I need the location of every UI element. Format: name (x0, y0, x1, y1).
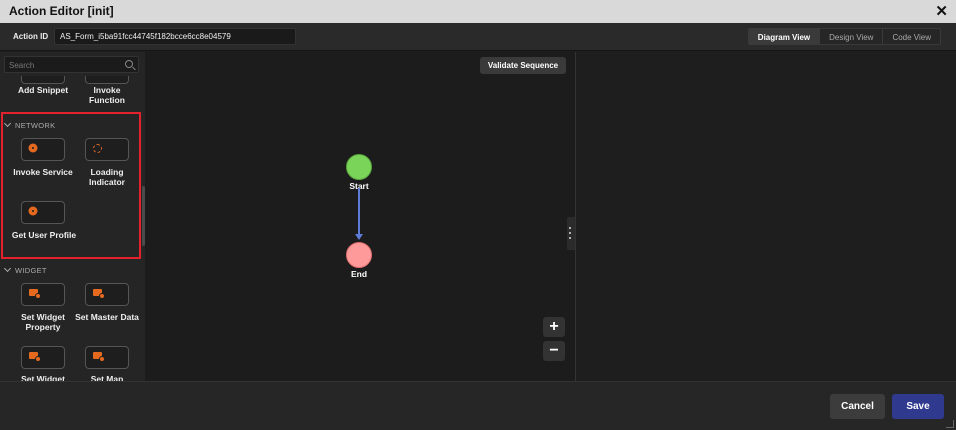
widget-icon (93, 289, 105, 299)
arrow-head-icon (355, 234, 363, 240)
diagram-canvas[interactable] (145, 52, 575, 381)
zoom-out-button[interactable]: − (543, 341, 565, 361)
palette-item-label: Invoke Function (89, 85, 125, 105)
search-icon[interactable] (125, 60, 133, 68)
resize-grip-icon[interactable] (946, 420, 954, 428)
palette-item-label: Add Snippet (17, 85, 69, 95)
close-icon[interactable]: ✕ (935, 2, 948, 20)
section-title: WIDGET (15, 266, 47, 275)
palette-item-label: Set Widget (21, 374, 65, 381)
palette-item-label: Set Master Data (75, 312, 139, 322)
tab-design-view[interactable]: Design View (819, 29, 883, 44)
set-map-card[interactable] (85, 346, 129, 369)
end-node[interactable] (346, 242, 372, 268)
view-switcher: Diagram View Design View Code View (747, 28, 941, 45)
loading-indicator-card[interactable] (85, 138, 129, 161)
palette-item-label: Set Map (90, 374, 124, 381)
palette-item-label: Get User Profile (11, 230, 77, 240)
section-header-network[interactable]: NETWORK (3, 119, 56, 130)
chevron-down-icon (3, 264, 12, 273)
search-input[interactable] (9, 59, 119, 71)
get-user-profile-card[interactable] (21, 201, 65, 224)
set-widget-card[interactable] (21, 346, 65, 369)
zoom-in-button[interactable]: + (543, 317, 565, 337)
set-master-data-card[interactable] (85, 283, 129, 306)
invoke-service-card[interactable] (21, 138, 65, 161)
validate-sequence-button[interactable]: Validate Sequence (480, 57, 566, 74)
search-box (4, 56, 139, 73)
start-node[interactable] (346, 154, 372, 180)
window-title: Action Editor [init] (9, 4, 114, 18)
widget-icon (29, 289, 41, 299)
title-bar: Action Editor [init] ✕ (0, 0, 956, 23)
flow-edge (358, 188, 360, 236)
palette-item-label: Set Widget Property (21, 312, 65, 332)
end-node-label: End (350, 269, 368, 279)
action-id-label: Action ID (13, 32, 49, 41)
drag-handle-icon[interactable] (567, 217, 575, 250)
widget-icon (93, 352, 105, 362)
palette-item-label: Invoke Service (13, 167, 73, 177)
palette-item-label: Loading Indicator (89, 167, 125, 187)
set-widget-property-card[interactable] (21, 283, 65, 306)
spinner-icon (93, 144, 102, 153)
action-toolbar: Action ID AS_Form_i5ba91fcc44745f182bcce… (0, 23, 956, 51)
chevron-down-icon (3, 119, 12, 128)
widget-icon (29, 352, 41, 362)
properties-pane (576, 52, 956, 381)
section-title: NETWORK (15, 121, 56, 130)
action-id-field[interactable]: AS_Form_i5ba91fcc44745f182bcce6cc8e04579 (54, 28, 296, 45)
pane-splitter[interactable] (575, 52, 576, 381)
section-header-widget[interactable]: WIDGET (3, 264, 47, 275)
gear-icon (30, 208, 36, 214)
save-button[interactable]: Save (892, 394, 944, 419)
tab-code-view[interactable]: Code View (882, 29, 940, 44)
cancel-button[interactable]: Cancel (830, 394, 885, 419)
add-snippet-card[interactable] (21, 76, 65, 84)
gear-icon (30, 145, 36, 151)
invoke-function-card[interactable] (85, 76, 129, 84)
dialog-footer: Cancel Save (0, 381, 956, 430)
tab-diagram-view[interactable]: Diagram View (748, 29, 820, 44)
